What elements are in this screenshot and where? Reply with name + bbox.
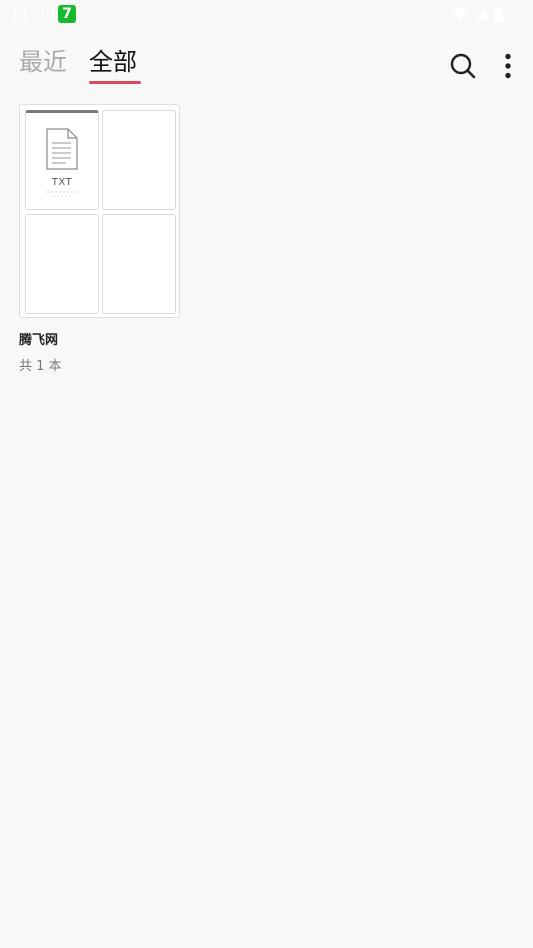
tab-recent[interactable]: 最近 bbox=[19, 46, 67, 78]
more-options-button[interactable] bbox=[492, 50, 524, 82]
status-time: 11:50 bbox=[10, 4, 56, 22]
search-icon bbox=[450, 53, 476, 79]
document-icon bbox=[46, 128, 78, 170]
search-button[interactable] bbox=[447, 50, 479, 82]
signal-icon bbox=[475, 8, 487, 20]
empty-book-slot bbox=[25, 214, 99, 314]
wifi-icon bbox=[452, 7, 468, 20]
battery-icon bbox=[494, 6, 503, 22]
folder-card[interactable]: TXT bbox=[19, 104, 180, 318]
empty-book-slot bbox=[102, 110, 176, 210]
more-vertical-icon bbox=[505, 53, 511, 79]
status-bar: 11:50 7 bbox=[0, 0, 533, 28]
header: 最近 全部 bbox=[0, 36, 533, 96]
folder-name[interactable]: 腾飞网 bbox=[19, 329, 58, 348]
book-subtitle-placeholder bbox=[47, 191, 77, 197]
app-notification-icon: 7 bbox=[58, 5, 76, 23]
book-type-label: TXT bbox=[51, 177, 73, 188]
empty-book-slot bbox=[102, 214, 176, 314]
active-tab-indicator bbox=[89, 81, 141, 84]
tab-all[interactable]: 全部 bbox=[89, 46, 137, 78]
book-cover[interactable]: TXT bbox=[25, 110, 99, 210]
system-icons bbox=[452, 5, 503, 23]
folder-book-count: 共 1 本 bbox=[19, 359, 62, 374]
